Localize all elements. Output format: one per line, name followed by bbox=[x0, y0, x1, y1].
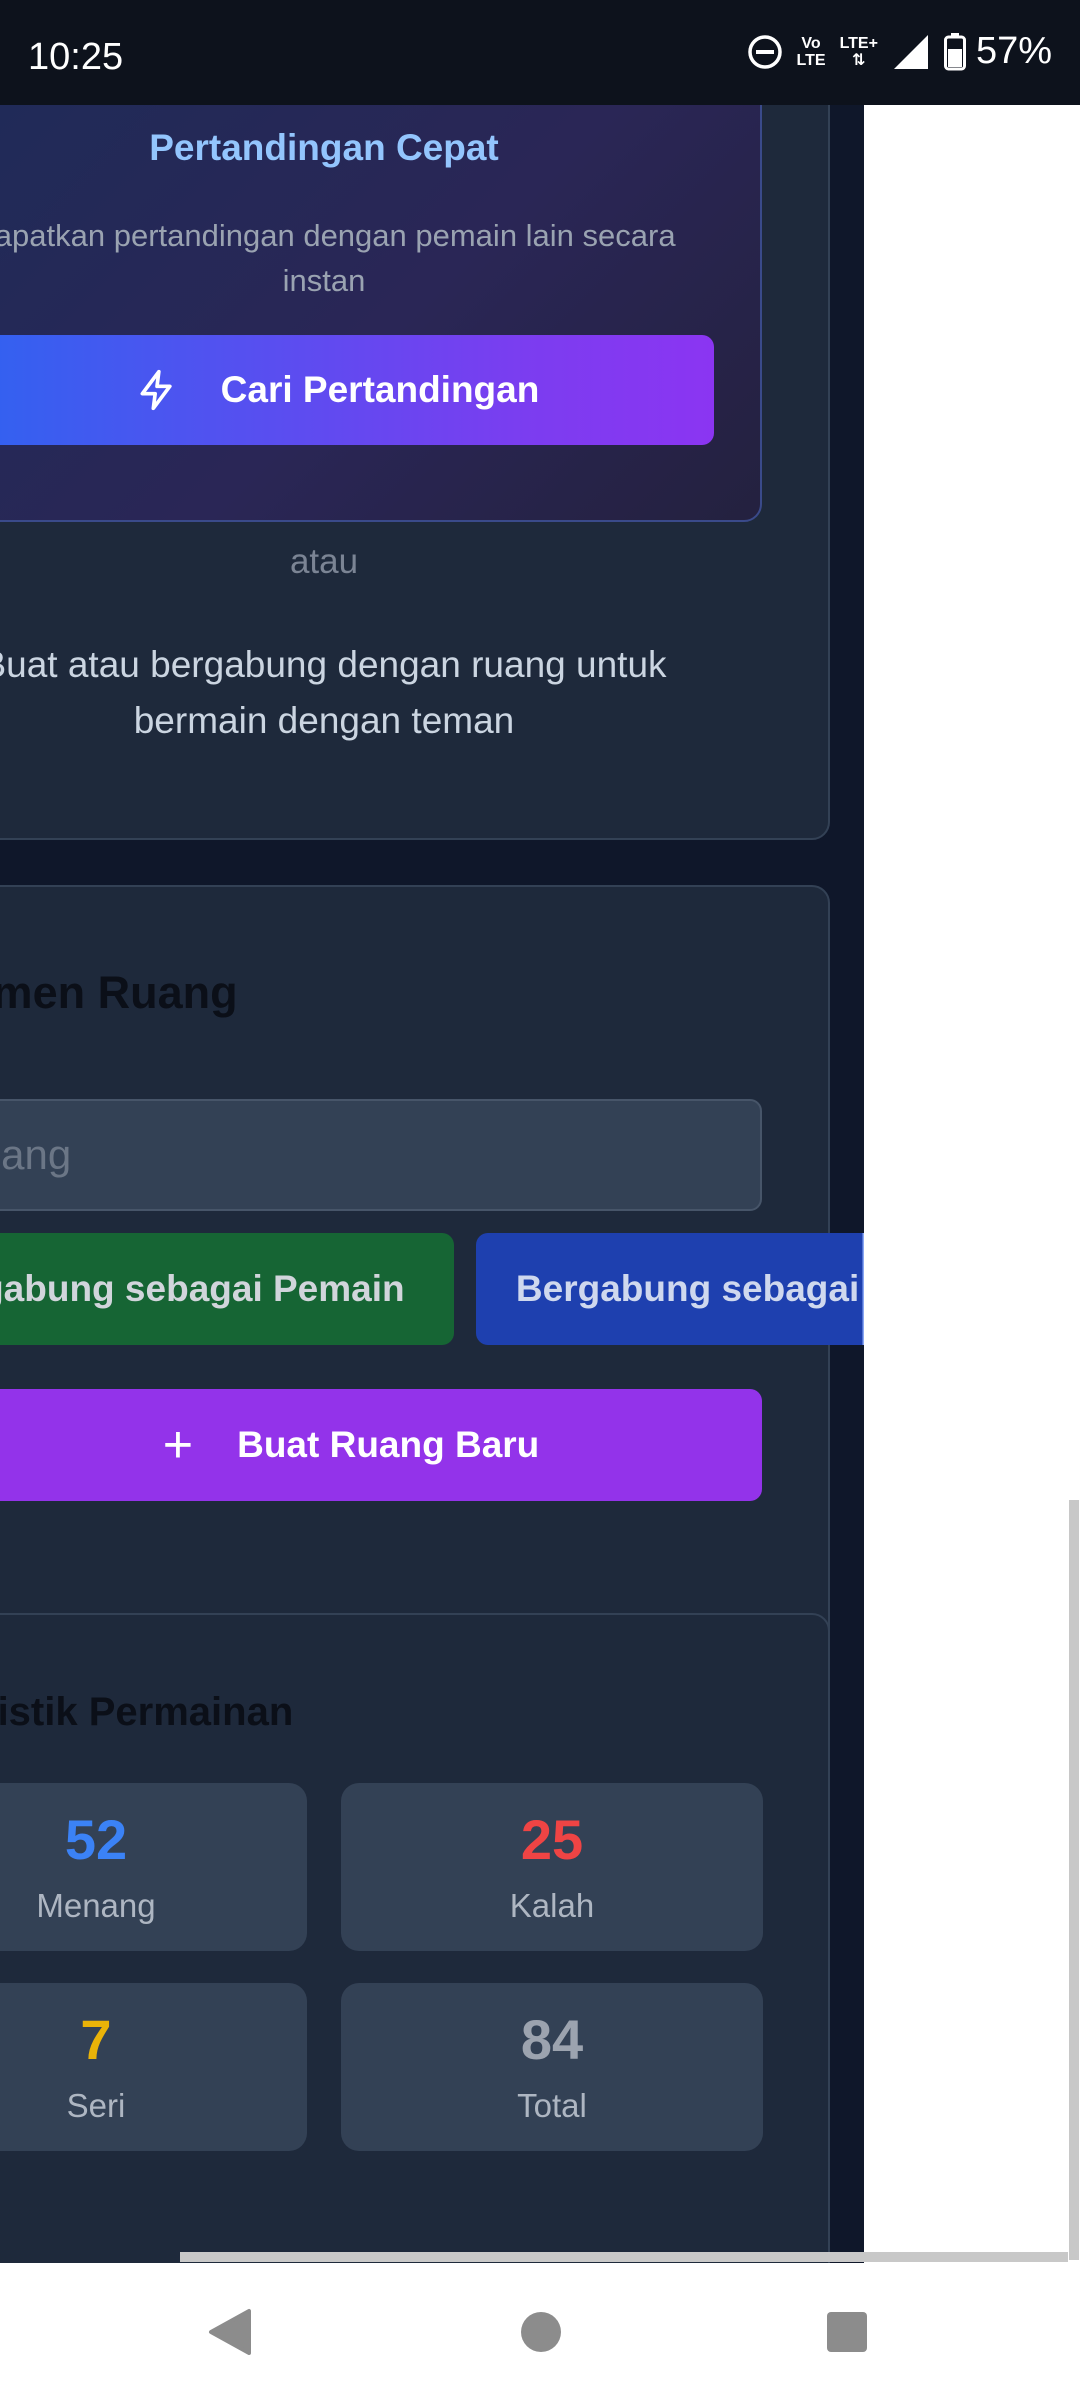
stat-draws: 7 Seri bbox=[0, 1983, 307, 2151]
quick-match-description: Dapatkan pertandingan dengan pemain lain… bbox=[0, 218, 676, 298]
navigation-bar bbox=[0, 2263, 1080, 2400]
stat-wins-label: Menang bbox=[36, 1887, 156, 1924]
join-as-player-button[interactable]: Bergabung sebagai Pemain bbox=[0, 1233, 454, 1345]
room-management-heading: Manajemen Ruang bbox=[0, 967, 238, 1018]
or-divider: atau bbox=[289, 542, 359, 581]
join-as-spectator-label: Bergabung sebagai Penonton bbox=[515, 1268, 864, 1309]
create-room-button[interactable]: + Buat Ruang Baru bbox=[0, 1389, 762, 1501]
status-bar: 10:25 Vo LTE LTE+ ⇅ 57% bbox=[0, 0, 1080, 105]
quick-match-title: Pertandingan Cepat bbox=[149, 127, 499, 168]
horizontal-scrollbar[interactable] bbox=[180, 2252, 1068, 2262]
lte-plus-icon: LTE+ ⇅ bbox=[839, 34, 878, 69]
find-match-button[interactable]: Cari Pertandingan bbox=[0, 335, 714, 445]
join-as-player-label: Bergabung sebagai Pemain bbox=[0, 1268, 405, 1309]
overflow-area bbox=[864, 105, 1080, 2263]
recents-icon[interactable] bbox=[826, 2311, 868, 2353]
room-code-placeholder: Kode ruang bbox=[0, 1131, 72, 1178]
vertical-scrollbar[interactable] bbox=[1069, 1500, 1079, 2260]
stat-losses: 25 Kalah bbox=[341, 1783, 763, 1951]
room-code-input[interactable]: Kode ruang bbox=[0, 1099, 762, 1211]
back-icon[interactable] bbox=[205, 2307, 255, 2357]
signal-icon bbox=[893, 34, 928, 69]
battery-percent: 57% bbox=[975, 30, 1052, 72]
status-time: 10:25 bbox=[28, 36, 124, 78]
home-icon[interactable] bbox=[520, 2311, 562, 2353]
stat-wins-value: 52 bbox=[64, 1808, 128, 1871]
stat-total-value: 84 bbox=[520, 2008, 584, 2071]
status-icons: Vo LTE LTE+ ⇅ 57% bbox=[747, 30, 1052, 73]
do-not-disturb-icon bbox=[747, 34, 782, 69]
battery-icon bbox=[943, 32, 966, 70]
lightning-icon bbox=[140, 369, 172, 411]
statistics-heading: Statistik Permainan bbox=[0, 1690, 294, 1734]
stat-losses-label: Kalah bbox=[509, 1887, 595, 1924]
find-match-label: Cari Pertandingan bbox=[220, 369, 540, 410]
join-as-spectator-button[interactable]: Bergabung sebagai Penonton bbox=[476, 1233, 864, 1345]
create-room-label: Buat Ruang Baru bbox=[237, 1424, 540, 1465]
stat-total-label: Total bbox=[517, 2087, 587, 2124]
plus-icon: + bbox=[162, 1416, 194, 1474]
volte-icon: Vo LTE bbox=[796, 34, 826, 69]
stat-wins: 52 Menang bbox=[0, 1783, 307, 1951]
stat-losses-value: 25 bbox=[520, 1808, 584, 1871]
stat-total: 84 Total bbox=[341, 1983, 763, 2151]
join-room-hint: Buat atau bergabung dengan ruang untuk b… bbox=[0, 644, 667, 741]
stat-draws-value: 7 bbox=[80, 2008, 112, 2071]
stat-draws-label: Seri bbox=[66, 2087, 126, 2124]
app-viewport: Pertandingan Cepat Dapatkan pertandingan… bbox=[0, 105, 864, 2263]
